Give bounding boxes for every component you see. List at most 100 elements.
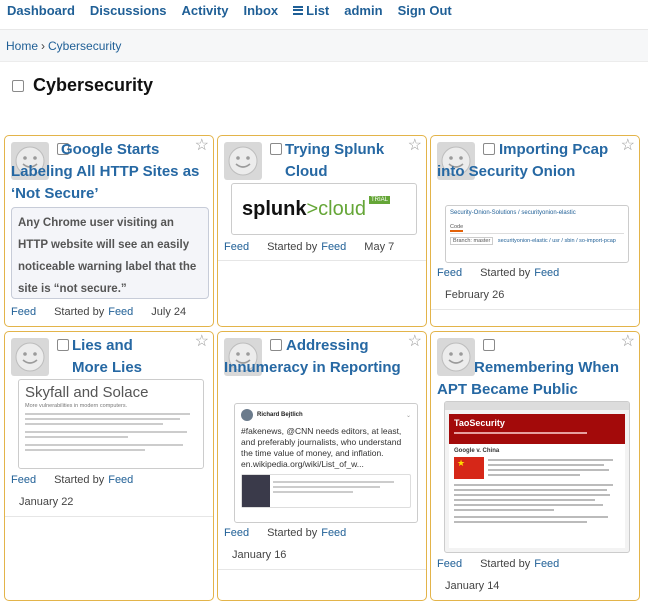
card-title-text: Addressing Innumeracy in Reporting: [224, 337, 401, 376]
card-date: May 7: [364, 241, 395, 253]
divider: [431, 309, 639, 310]
started-by-link[interactable]: Feed: [534, 558, 559, 570]
card-title[interactable]: Remembering When APT Became Public: [437, 357, 637, 401]
feed-link[interactable]: Feed: [224, 241, 249, 253]
card-date: January 14: [445, 580, 500, 592]
tweet-text: #fakenews, @CNN needs editors, at least,…: [241, 426, 402, 469]
nav-dashboard[interactable]: Dashboard: [7, 3, 75, 18]
item-checkbox[interactable]: [483, 339, 495, 351]
card-title[interactable]: Google Starts Labeling All HTTP Sites as…: [11, 139, 213, 205]
github-thumbnail: Security-Onion-Solutions / securityonion…: [445, 205, 629, 263]
card-title-text: Trying Splunk Cloud: [285, 141, 385, 180]
card-meta: Feed Started by Feed: [11, 474, 133, 486]
card-title[interactable]: Addressing Innumeracy in Reporting: [224, 335, 414, 379]
feed-link[interactable]: Feed: [11, 306, 36, 318]
card-title-text: Lies and More Lies: [72, 337, 143, 376]
blog-title: TaoSecurity: [454, 418, 505, 428]
post-title: Google v. China: [454, 448, 500, 454]
started-by-label: Started by: [267, 241, 318, 253]
card-meta: Feed Started by Feed May 7: [224, 241, 394, 253]
select-all-checkbox[interactable]: [12, 79, 24, 92]
nav-admin[interactable]: admin: [344, 3, 382, 18]
feed-link[interactable]: Feed: [437, 267, 462, 279]
top-nav: Dashboard Discussions Activity Inbox Lis…: [0, 0, 648, 20]
started-by-link[interactable]: Feed: [321, 241, 346, 253]
splunk-logo: splunk: [242, 197, 307, 220]
started-by-label: Started by: [267, 527, 318, 539]
thumb-heading: Skyfall and Solace: [25, 384, 149, 401]
star-icon[interactable]: ☆: [195, 334, 209, 350]
branch-select: Branch: master: [450, 237, 494, 245]
card-meta: Feed Started by Feed: [437, 267, 559, 279]
started-by-label: Started by: [54, 306, 105, 318]
divider: [218, 260, 426, 261]
card-date: January 16: [232, 549, 287, 561]
feed-link[interactable]: Feed: [437, 558, 462, 570]
card-date: January 22: [19, 496, 74, 508]
started-by-link[interactable]: Feed: [108, 306, 133, 318]
splunk-cloud-thumbnail: splunk >cloud TRIAL: [231, 183, 417, 235]
page-title-row: Cybersecurity: [12, 75, 153, 96]
nav-sign-out[interactable]: Sign Out: [398, 3, 452, 18]
started-by-label: Started by: [480, 267, 531, 279]
tweet-embed-image: [242, 475, 270, 507]
thumb-text-lines: [25, 413, 197, 451]
tweet-thumbnail: Richard Bejtlich ⌄ #fakenews, @CNN needs…: [234, 403, 418, 523]
splunk-cloud-logo: >cloud: [306, 197, 366, 220]
card-title-text: Google Starts Labeling All HTTP Sites as…: [11, 141, 200, 202]
code-tab: Code: [450, 224, 464, 232]
page-title: Cybersecurity: [33, 75, 154, 95]
tweet-avatar: [241, 409, 253, 421]
started-by-link[interactable]: Feed: [108, 474, 133, 486]
skyfall-solace-thumbnail: Skyfall and Solace More vulnerabilities …: [18, 379, 204, 469]
started-by-link[interactable]: Feed: [534, 267, 559, 279]
card-title[interactable]: Lies and More Lies: [48, 335, 158, 379]
tweet-embed: [241, 474, 411, 508]
card-title-text: Remembering When APT Became Public: [437, 359, 620, 398]
card-title-text: Importing Pcap into Security Onion: [437, 141, 609, 180]
started-by-link[interactable]: Feed: [321, 527, 346, 539]
nav-discussions[interactable]: Discussions: [90, 3, 167, 18]
started-by-label: Started by: [480, 558, 531, 570]
card-date: July 24: [151, 306, 187, 318]
repo-path: securityonion-elastic / usr / sbin / so-…: [497, 238, 616, 244]
tweet-header: Richard Bejtlich ⌄: [241, 409, 411, 421]
card-title[interactable]: Importing Pcap into Security Onion: [437, 139, 637, 183]
discussion-card: ☆ Addressing Innumeracy in Reporting Ric…: [217, 331, 427, 601]
china-flag-image: ★: [454, 457, 484, 479]
repo-name: Security-Onion-Solutions / securityonion…: [450, 210, 576, 216]
breadcrumb-separator: ›: [41, 38, 46, 53]
trial-badge: TRIAL: [368, 196, 390, 204]
started-by-label: Started by: [54, 474, 105, 486]
feed-link[interactable]: Feed: [224, 527, 249, 539]
card-meta: Feed Started by Feed July 24: [11, 306, 186, 318]
nav-list[interactable]: List: [293, 3, 329, 18]
breadcrumb-cybersecurity[interactable]: Cybersecurity: [48, 39, 121, 53]
nav-activity[interactable]: Activity: [182, 3, 229, 18]
avatar: [11, 338, 49, 376]
avatar: [224, 142, 262, 180]
repo-tabs: Code: [450, 223, 624, 234]
taosecurity-thumbnail: TaoSecurity Google v. China ★: [444, 401, 630, 553]
blog-post: Google v. China ★: [449, 444, 625, 548]
repo-path-row: Branch: master securityonion-elastic / u…: [450, 237, 624, 245]
list-icon: [293, 5, 304, 15]
card-meta: Feed Started by Feed: [437, 558, 559, 570]
nav-inbox[interactable]: Inbox: [243, 3, 278, 18]
feed-link[interactable]: Feed: [11, 474, 36, 486]
breadcrumb: Home › Cybersecurity: [0, 29, 648, 62]
star-icon[interactable]: ☆: [621, 334, 635, 350]
card-title[interactable]: Trying Splunk Cloud: [261, 139, 421, 183]
chevron-down-icon: ⌄: [405, 412, 411, 419]
discussion-card: ☆ Trying Splunk Cloud splunk >cloud TRIA…: [217, 135, 427, 327]
divider: [5, 516, 213, 517]
discussion-card: ☆ Lies and More Lies Skyfall and Solace …: [4, 331, 214, 601]
nav-list-label: List: [306, 2, 330, 18]
card-snippet: Any Chrome user visiting an HTTP website…: [11, 207, 209, 299]
card-meta: Feed Started by Feed: [224, 527, 346, 539]
card-date: February 26: [445, 289, 505, 301]
breadcrumb-home[interactable]: Home: [6, 39, 38, 53]
discussion-card: ☆ Remembering When APT Became Public Tao…: [430, 331, 640, 601]
thumb-subheading: More vulnerabilities in modern computers…: [25, 403, 128, 409]
discussion-card: ☆ Importing Pcap into Security Onion Sec…: [430, 135, 640, 327]
